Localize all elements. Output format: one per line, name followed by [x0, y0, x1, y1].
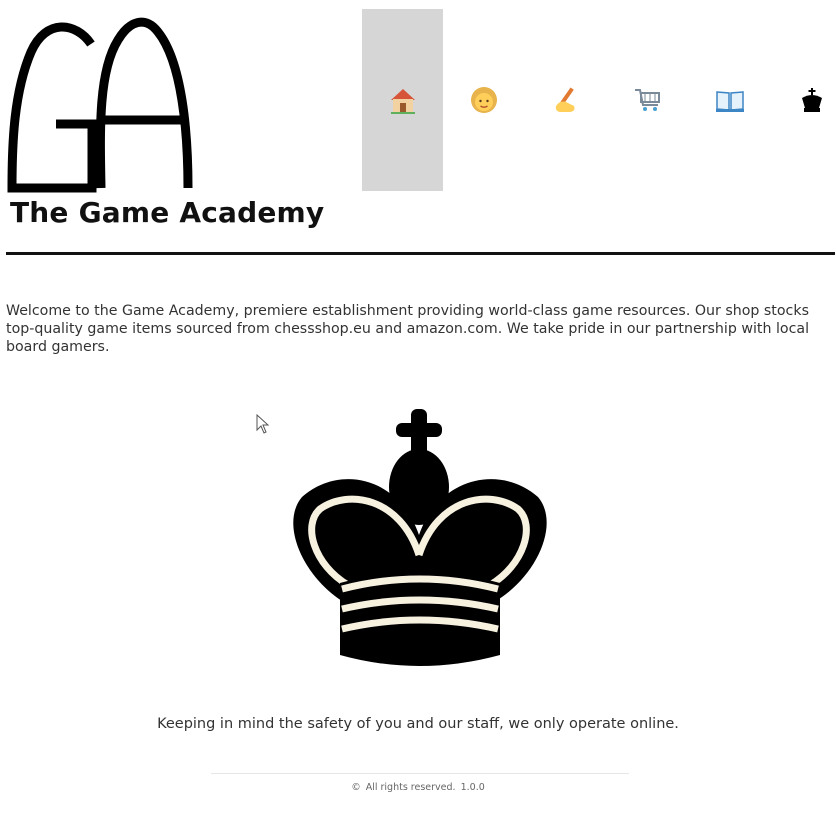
nav-home[interactable]	[362, 9, 443, 191]
nav-chess[interactable]	[771, 9, 836, 191]
copyright-text: All rights reserved.	[365, 782, 456, 793]
site-header: The Game Academy	[0, 0, 836, 260]
header-divider	[6, 252, 835, 255]
house-icon	[390, 89, 415, 114]
open-book-icon	[716, 91, 744, 112]
chess-king-illustration	[293, 409, 547, 666]
nav-shop[interactable]	[607, 9, 689, 191]
shopping-cart-icon	[635, 89, 660, 111]
main-nav	[362, 9, 836, 191]
site-title: The Game Academy	[10, 196, 325, 229]
footer-divider	[211, 773, 629, 774]
person-icon	[471, 87, 497, 113]
site-footer: © All rights reserved. 1.0.0	[0, 782, 836, 793]
nav-about[interactable]	[443, 9, 525, 191]
nav-contact[interactable]	[525, 9, 607, 191]
writing-hand-icon	[555, 87, 575, 112]
copyright-symbol: ©	[351, 782, 361, 793]
mouse-pointer-icon	[256, 414, 270, 434]
version-label: 1.0.0	[460, 782, 485, 793]
page: The Game Academy Welcome to the Game Aca…	[0, 0, 836, 820]
nav-blog[interactable]	[689, 9, 771, 191]
intro-paragraph: Welcome to the Game Academy, premiere es…	[6, 303, 810, 355]
safety-notice: Keeping in mind the safety of you and ou…	[157, 716, 679, 732]
ga-monogram-logo[interactable]	[6, 12, 194, 194]
chess-king-icon	[802, 88, 822, 112]
